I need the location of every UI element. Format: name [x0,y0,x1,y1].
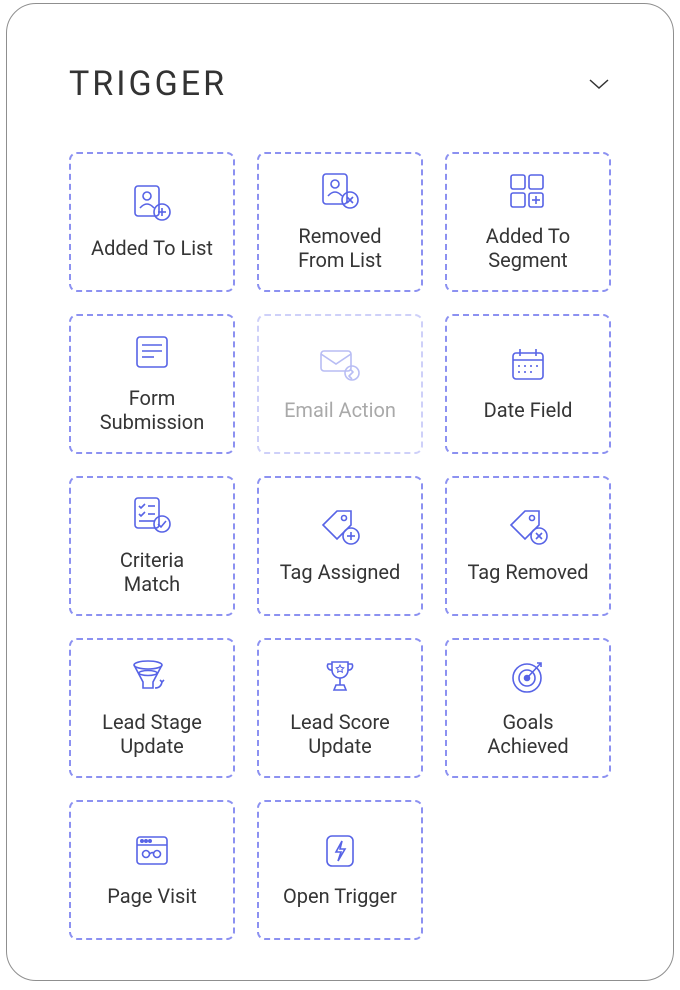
tag-add-icon [317,503,363,551]
form-icon [132,329,172,377]
collapse-toggle[interactable] [587,72,611,96]
funnel-icon [130,653,174,701]
trigger-label: Lead Stage Update [102,711,202,758]
trigger-card-added-to-segment[interactable]: Added To Segment [445,152,611,292]
trigger-label: Criteria Match [120,549,184,596]
trigger-card-lead-score-update[interactable]: Lead Score Update [257,638,423,778]
trigger-label: Email Action [284,399,396,423]
trigger-label: Tag Removed [467,561,588,585]
trigger-card-form-submission[interactable]: Form Submission [69,314,235,454]
trigger-label: Lead Score Update [290,711,389,758]
trigger-label: Open Trigger [283,885,397,909]
panel-header: TRIGGER [69,64,611,104]
browser-icon [132,827,172,875]
trigger-card-removed-from-list[interactable]: Removed From List [257,152,423,292]
trigger-label: Date Field [484,399,573,423]
trigger-label: Removed From List [298,225,382,272]
trigger-grid: Added To List Removed From List Added To… [69,152,611,940]
panel-title: TRIGGER [69,64,227,104]
trigger-label: Added To List [91,237,213,261]
segment-add-icon [507,167,549,215]
chevron-down-icon [588,77,610,91]
trigger-card-tag-assigned[interactable]: Tag Assigned [257,476,423,616]
calendar-icon [508,341,548,389]
trigger-card-tag-removed[interactable]: Tag Removed [445,476,611,616]
email-action-icon [317,341,363,389]
user-list-remove-icon [317,167,363,215]
trigger-panel: TRIGGER Added To List Removed From List [6,3,674,981]
criteria-icon [129,491,175,539]
trigger-label: Page Visit [107,885,197,909]
trigger-card-goals-achieved[interactable]: Goals Achieved [445,638,611,778]
bolt-icon [323,827,357,875]
target-icon [507,653,549,701]
trigger-label: Tag Assigned [280,561,401,585]
user-list-add-icon [129,179,175,227]
tag-remove-icon [505,503,551,551]
trigger-card-date-field[interactable]: Date Field [445,314,611,454]
trophy-icon [320,653,360,701]
trigger-card-open-trigger[interactable]: Open Trigger [257,800,423,940]
trigger-card-lead-stage-update[interactable]: Lead Stage Update [69,638,235,778]
trigger-card-email-action: Email Action [257,314,423,454]
trigger-card-criteria-match[interactable]: Criteria Match [69,476,235,616]
trigger-label: Form Submission [100,387,205,434]
trigger-card-added-to-list[interactable]: Added To List [69,152,235,292]
trigger-card-page-visit[interactable]: Page Visit [69,800,235,940]
trigger-label: Added To Segment [486,225,570,272]
trigger-label: Goals Achieved [487,711,568,758]
